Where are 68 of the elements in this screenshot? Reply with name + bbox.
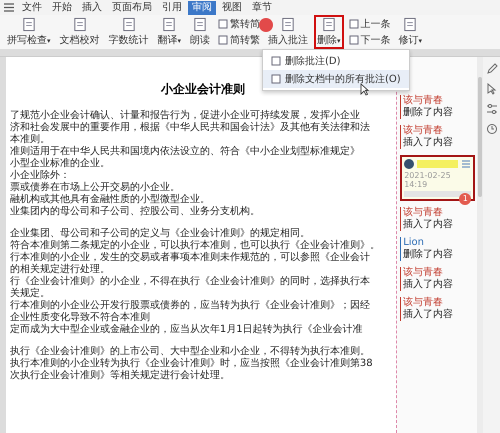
pen-icon[interactable] <box>486 63 498 75</box>
revision-action: 插入了内容 <box>403 309 454 321</box>
document-text: 准则适用于在中华人民共和国境内依法设立的、符合《中小企业划型标准规定》 <box>10 146 361 158</box>
revision-action: 插入了内容 <box>403 137 454 149</box>
menu-item[interactable]: 删除批注(D) <box>263 52 409 70</box>
document-icon <box>218 19 228 29</box>
document-text: 符合本准则第二条规定的小企业，可以执行本准则，也可以执行《企业会计准则》。 <box>10 240 381 252</box>
ribbon-tab[interactable]: 视图 <box>218 0 246 14</box>
ribbon-button[interactable]: 简转繁 <box>216 33 262 47</box>
ribbon-button[interactable]: 下一条 <box>346 33 393 47</box>
document-text: 本准则。 <box>10 134 51 146</box>
menu-icon[interactable] <box>461 160 472 168</box>
document-text: 企业集团、母公司和子公司的定义与《企业会计准则》的规定相同。 <box>10 228 311 240</box>
scrollbar[interactable] <box>478 77 482 197</box>
revision-action: 插入了内容 <box>403 279 454 291</box>
clock-icon[interactable] <box>486 123 498 135</box>
revision-author: Lion <box>403 237 425 249</box>
document-icon <box>348 19 359 29</box>
document-text: 融机构或其他具有金融性质的小型微型企业。 <box>10 194 211 206</box>
ribbon-button[interactable]: 繁转简 <box>216 17 262 31</box>
ribbon-button[interactable]: 朗读 <box>187 15 214 49</box>
ribbon-tab[interactable]: 插入 <box>78 0 106 14</box>
document-text: 票或债券在市场上公开交易的小企业。 <box>10 182 181 194</box>
document-text: 济和社会发展中的重要作用，根据《中华人民共和国会计法》及其他有关法律和法 <box>10 122 371 134</box>
ribbon-tab[interactable]: 开始 <box>48 0 76 14</box>
cursor-icon[interactable] <box>486 83 498 95</box>
highlight-mark <box>417 160 458 168</box>
file-menu[interactable]: 文件 <box>18 0 46 14</box>
ribbon-tab[interactable]: 引用 <box>158 0 186 14</box>
comment-field[interactable] <box>404 191 472 197</box>
revision-action: 删除了内容 <box>403 249 454 261</box>
ribbon-tab[interactable]: 页面布局 <box>108 0 156 14</box>
ribbon-button[interactable]: 字数统计 <box>106 15 152 49</box>
revision-author: 该与青春 <box>403 297 444 308</box>
menu-icon[interactable] <box>4 3 14 12</box>
document-text: 企业性质变化导致不符合本准则 <box>10 312 151 324</box>
sliders-icon[interactable] <box>486 103 498 115</box>
ribbon-button[interactable]: 文档校对 <box>56 15 103 49</box>
avatar <box>404 159 414 169</box>
ribbon-tab[interactable]: 章节 <box>248 0 276 14</box>
ribbon-button[interactable]: 上一条 <box>346 17 393 31</box>
document-text: 行本准则的小企业公开发行股票或债券的，应当转为执行《企业会计准则》；因经 <box>10 300 371 312</box>
ribbon-button[interactable]: 插入批注 <box>265 15 312 49</box>
ribbon-tab[interactable]: 审阅 <box>188 0 216 14</box>
document-text: 关规定。 <box>10 288 51 300</box>
document-text: 执行本准则的小企业转为执行《企业会计准则》时，应当按照《企业会计准则第38 <box>10 358 374 370</box>
step-badge: 1 <box>459 193 472 205</box>
document-text: 小型企业标准的企业。 <box>10 158 111 170</box>
document-icon <box>348 35 359 45</box>
revision-author: 该与青春 <box>403 95 444 106</box>
document-text: 业集团内的母公司和子公司、控股公司、业务分支机构。 <box>10 206 261 218</box>
document-icon <box>218 35 228 45</box>
document-text: 小企业除外： <box>10 170 71 182</box>
revision-author: 该与青春 <box>403 125 444 136</box>
comment-date: 2021-02-25 14:19 <box>404 171 452 189</box>
revision-author: 该与青春 <box>403 207 444 218</box>
document-text: 定而成为大中型企业或金融企业的，应当从次年1月1日起转为执行《企业会计准 <box>10 324 364 336</box>
revision-action: 插入了内容 <box>403 219 454 231</box>
document-title: 小企业会计准则 <box>161 81 246 98</box>
menu-item[interactable]: 删除文档中的所有批注(O) <box>263 70 409 88</box>
document-text: 执行《企业会计准则》的上市公司、大中型企业和小企业，不得转为执行本准则。 <box>10 346 371 358</box>
revision-author: 该与青春 <box>403 267 444 278</box>
revision-action: 删除了内容 <box>403 107 454 119</box>
document-text: 行《企业会计准则》的小企业，不得在执行《企业会计准则》的同时，选择执行本 <box>10 276 371 288</box>
document-text: 了规范小企业会计确认、计量和报告行为，促进小企业可持续发展，发挥小企业 <box>10 110 361 122</box>
document-text: 的相关规定进行处理。 <box>10 264 111 276</box>
document-text: 行本准则的小企业，发生的交易或者事项本准则未作规范的，可以参照《企业会计 <box>10 252 371 264</box>
document-text: 次执行企业会计准则》等相关规定进行会计处理。 <box>10 370 231 382</box>
